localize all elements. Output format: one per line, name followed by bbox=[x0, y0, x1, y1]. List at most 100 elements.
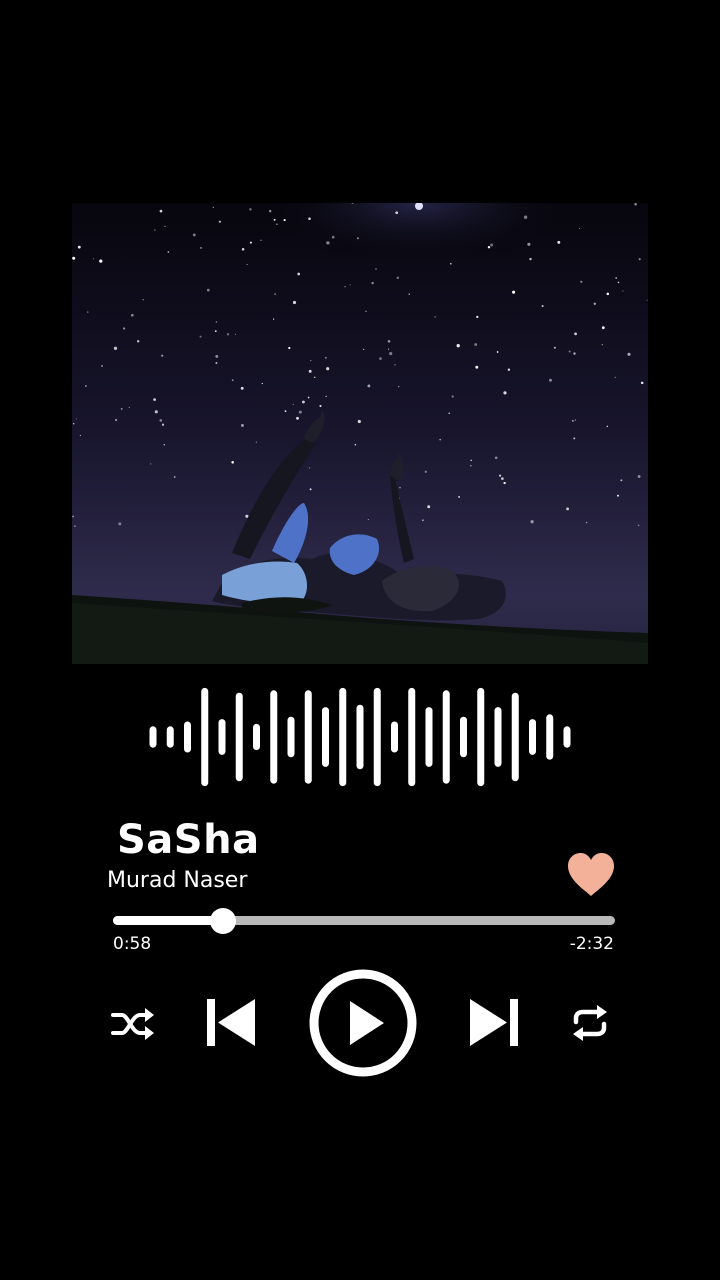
star bbox=[470, 465, 472, 467]
star bbox=[572, 420, 574, 422]
star bbox=[627, 352, 631, 356]
star bbox=[395, 211, 399, 215]
star bbox=[507, 368, 511, 371]
star bbox=[573, 437, 576, 440]
star bbox=[487, 245, 491, 249]
album-artwork-image bbox=[72, 203, 648, 664]
star bbox=[553, 346, 556, 349]
star bbox=[512, 290, 516, 294]
star bbox=[235, 333, 236, 335]
star bbox=[246, 263, 248, 266]
star bbox=[301, 400, 305, 404]
star bbox=[634, 203, 637, 206]
shuffle-icon bbox=[111, 1008, 154, 1040]
star bbox=[249, 241, 252, 244]
star bbox=[308, 217, 311, 221]
star bbox=[606, 425, 609, 428]
star bbox=[72, 423, 75, 425]
star bbox=[231, 379, 234, 382]
repeat-button[interactable] bbox=[568, 1002, 612, 1044]
star bbox=[363, 348, 365, 350]
star bbox=[215, 321, 218, 323]
repeat-icon bbox=[573, 1005, 607, 1041]
star bbox=[490, 243, 494, 247]
star bbox=[637, 475, 641, 478]
star bbox=[448, 412, 450, 414]
star bbox=[284, 410, 287, 412]
star bbox=[120, 407, 123, 410]
star bbox=[434, 316, 436, 318]
star bbox=[617, 494, 619, 497]
star bbox=[585, 521, 588, 524]
star bbox=[161, 423, 165, 426]
like-button[interactable] bbox=[566, 852, 616, 898]
shuffle-button[interactable] bbox=[110, 1004, 156, 1044]
star bbox=[142, 299, 144, 301]
star bbox=[622, 290, 624, 292]
star bbox=[578, 227, 581, 230]
star bbox=[530, 520, 534, 524]
play-button[interactable] bbox=[308, 968, 418, 1078]
star bbox=[173, 476, 176, 478]
star bbox=[240, 423, 244, 427]
star bbox=[566, 507, 569, 511]
star bbox=[475, 365, 479, 369]
star bbox=[113, 346, 118, 350]
star bbox=[307, 396, 310, 399]
star bbox=[615, 277, 618, 279]
previous-button[interactable] bbox=[203, 995, 259, 1051]
star bbox=[503, 391, 507, 395]
progress-knob[interactable] bbox=[210, 908, 237, 934]
star bbox=[501, 477, 504, 480]
star bbox=[77, 245, 81, 249]
star bbox=[451, 395, 454, 398]
star bbox=[274, 293, 276, 295]
star bbox=[494, 456, 498, 460]
star bbox=[574, 332, 577, 336]
star bbox=[137, 340, 140, 343]
star bbox=[212, 206, 214, 209]
star bbox=[130, 313, 134, 317]
star bbox=[474, 343, 478, 346]
next-button[interactable] bbox=[466, 995, 522, 1051]
star bbox=[365, 310, 367, 312]
star bbox=[310, 360, 312, 362]
star bbox=[163, 444, 165, 446]
star bbox=[326, 241, 330, 245]
star bbox=[389, 352, 393, 356]
star bbox=[573, 352, 576, 355]
star bbox=[375, 268, 377, 270]
star bbox=[260, 239, 262, 241]
star bbox=[439, 438, 442, 441]
audio-waveform bbox=[149, 687, 571, 787]
star bbox=[529, 257, 532, 261]
star bbox=[476, 315, 479, 319]
star bbox=[568, 350, 571, 353]
star bbox=[456, 344, 460, 348]
star bbox=[387, 348, 390, 350]
star bbox=[470, 459, 472, 462]
star bbox=[640, 381, 644, 385]
star bbox=[283, 219, 286, 222]
star bbox=[292, 403, 294, 405]
star bbox=[326, 367, 330, 371]
star bbox=[367, 384, 371, 388]
star bbox=[255, 441, 257, 443]
star bbox=[199, 246, 203, 249]
song-title: SaSha bbox=[117, 817, 260, 863]
star bbox=[85, 385, 87, 387]
star bbox=[231, 461, 234, 464]
album-artwork bbox=[72, 203, 648, 664]
star bbox=[309, 488, 312, 491]
star bbox=[601, 326, 605, 330]
skip-next-icon bbox=[470, 999, 518, 1046]
star bbox=[292, 300, 297, 305]
star bbox=[319, 404, 322, 408]
star bbox=[422, 519, 424, 522]
star bbox=[450, 262, 452, 265]
star bbox=[308, 467, 310, 469]
progress-bar[interactable] bbox=[113, 908, 615, 934]
star bbox=[646, 299, 648, 301]
star bbox=[154, 229, 156, 231]
star bbox=[638, 258, 641, 261]
